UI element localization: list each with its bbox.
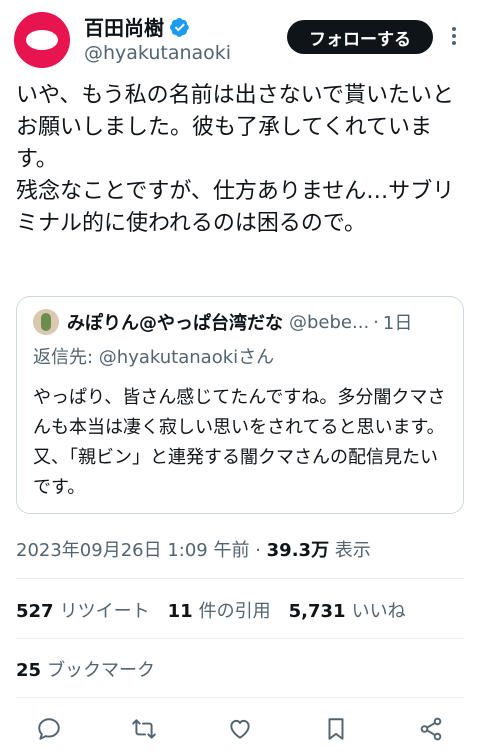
action-bar <box>0 710 480 746</box>
reply-mention[interactable]: @hyakutanaoki <box>99 347 238 368</box>
tweet-text: いや、もう私の名前は出さないで貰いたいとお願いしました。彼も了承してくれています… <box>16 83 455 236</box>
bookmark-stat[interactable]: 25 ブックマーク <box>16 656 155 682</box>
like-count: 5,731 <box>288 601 346 622</box>
meta-separator: · <box>249 540 267 561</box>
engagement-stats: 527 リツイート 11 件の引用 5,731 いいね <box>16 597 424 623</box>
divider <box>16 697 464 698</box>
quoted-time: 1日 <box>382 313 413 334</box>
retweet-count: 527 <box>16 601 54 622</box>
quoted-tweet[interactable]: みぽりん@やっぱ台湾だな @bebe... · 1日 返信先: @hyakuta… <box>16 296 464 514</box>
quote-label: 件の引用 <box>198 601 271 622</box>
quoted-display-name: みぽりん@やっぱ台湾だな <box>67 313 283 334</box>
follow-button[interactable]: フォローする <box>287 20 433 54</box>
tweet-meta: 2023年09月26日 1:09 午前 · 39.3万 表示 <box>16 536 371 562</box>
views-label: 表示 <box>329 540 371 561</box>
heart-icon[interactable] <box>227 716 253 742</box>
share-icon[interactable] <box>418 716 444 742</box>
quote-count: 11 <box>167 601 193 622</box>
avatar[interactable] <box>14 12 70 68</box>
like-label: いいね <box>351 601 406 622</box>
retweet-stat[interactable]: 527 リツイート <box>16 597 150 623</box>
retweet-icon[interactable] <box>131 716 157 742</box>
quoted-avatar[interactable] <box>33 309 59 335</box>
quoted-reply-to: 返信先: @hyakutanaokiさん <box>33 343 274 369</box>
quoted-handle: @bebe... <box>289 311 370 333</box>
name-row: 百田尚樹 <box>84 12 190 41</box>
verified-badge-icon <box>170 17 189 37</box>
reply-icon[interactable] <box>36 716 62 742</box>
more-vertical-icon[interactable] <box>446 24 462 48</box>
like-stat[interactable]: 5,731 いいね <box>289 597 406 623</box>
bookmark-label: ブックマーク <box>47 660 156 681</box>
bookmark-count: 25 <box>16 660 42 681</box>
reply-prefix: 返信先: <box>33 347 99 368</box>
view-count: 39.3万 <box>266 540 330 561</box>
reply-suffix: さん <box>238 347 275 368</box>
bookmark-icon[interactable] <box>323 716 349 742</box>
quoted-dot: · <box>373 311 379 333</box>
retweet-label: リツイート <box>59 601 150 622</box>
divider <box>16 578 464 579</box>
divider <box>16 638 464 639</box>
tweet-header: 百田尚樹 @hyakutanaoki フォローする <box>0 0 480 80</box>
display-name[interactable]: 百田尚樹 <box>84 12 164 41</box>
quoted-tweet-header: みぽりん@やっぱ台湾だな @bebe... · 1日 <box>33 309 453 335</box>
quoted-tweet-text: やっぱり、皆さん感じてたんですね。多分闇クマさんも本当は凄く寂しい思いをされてる… <box>33 387 446 498</box>
quote-stat[interactable]: 11 件の引用 <box>168 597 271 623</box>
timestamp[interactable]: 2023年09月26日 1:09 午前 <box>16 540 249 561</box>
user-handle[interactable]: @hyakutanaoki <box>84 42 231 64</box>
